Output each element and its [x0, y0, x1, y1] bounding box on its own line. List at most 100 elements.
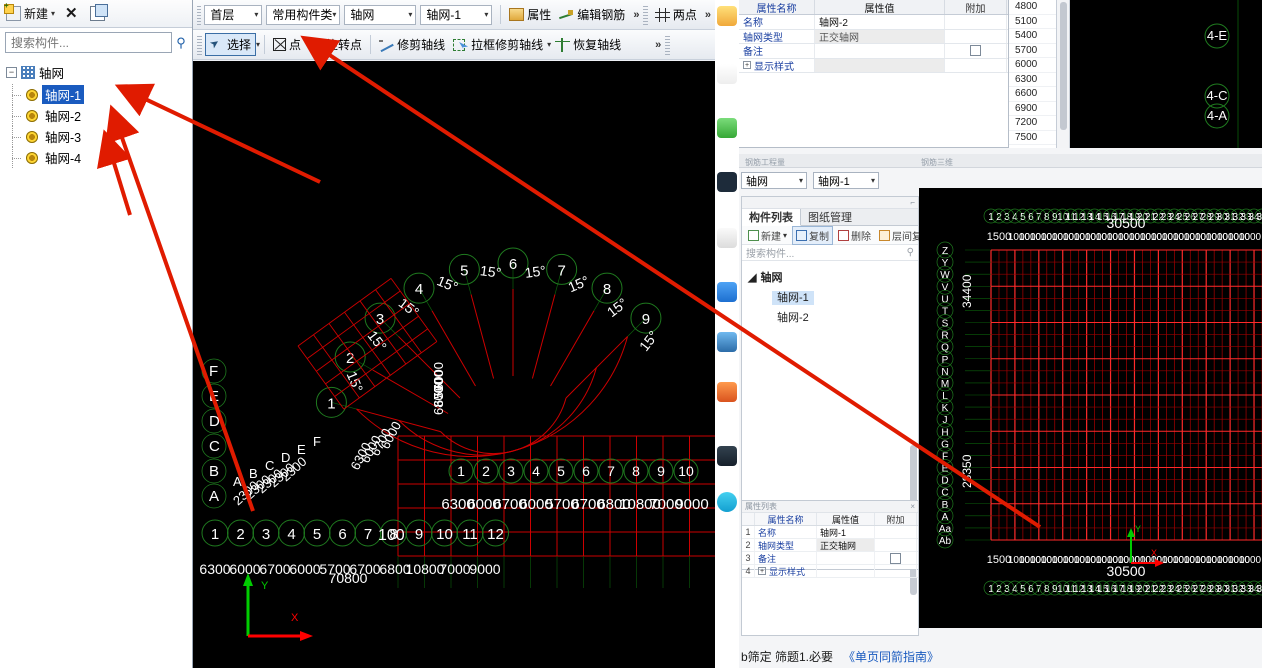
toolbar-grip-3[interactable]: [197, 34, 202, 55]
search-icon[interactable]: ⚲: [175, 32, 187, 53]
panel-pin-icon[interactable]: ⌐: [910, 198, 915, 207]
attach-checkbox[interactable]: [890, 552, 901, 564]
cad-top-right-view[interactable]: 4-E 4-C 4-A: [1070, 0, 1262, 148]
restore-axis-button[interactable]: 恢复轴线: [551, 34, 625, 55]
panel-tab[interactable]: 构件列表: [742, 209, 801, 226]
search-input[interactable]: [5, 32, 172, 53]
taskbar-icon-green[interactable]: [717, 118, 737, 138]
property-attach[interactable]: [945, 44, 1007, 58]
dimension-value[interactable]: 5400: [1009, 29, 1056, 44]
dimension-number-column[interactable]: 4800 5100 5400 5700 6000 6300 6600 6900 7200 7500: [1009, 0, 1057, 148]
panel-type-select[interactable]: 轴网 ▾: [741, 172, 807, 189]
toolbar-overflow-2[interactable]: »: [701, 9, 715, 21]
taskbar-icon-browser[interactable]: [717, 64, 737, 84]
property-attach[interactable]: [945, 58, 1007, 72]
taskbar-icon-orange[interactable]: [717, 382, 737, 402]
dimension-value[interactable]: 4800: [1009, 0, 1056, 15]
property-value[interactable]: [815, 44, 945, 58]
property-row[interactable]: 备注: [739, 44, 1008, 59]
tree-item-4[interactable]: 轴网-4: [6, 147, 192, 168]
frame-trim-axis-button[interactable]: 拉框修剪轴线: [449, 34, 547, 55]
taskbar-icon-doc[interactable]: [717, 228, 737, 248]
taskbar-icon-cyan[interactable]: [717, 492, 737, 512]
property-attach[interactable]: [875, 552, 917, 564]
taskbar-icon-photo[interactable]: [717, 332, 737, 352]
edit-rebar-button[interactable]: 编辑钢筋: [555, 4, 629, 25]
chevron-down-icon[interactable]: ▾: [783, 231, 787, 240]
expand-plus-icon[interactable]: +: [743, 61, 751, 70]
property-value[interactable]: 轴网-2: [815, 15, 945, 29]
taskbar-icon-star[interactable]: [717, 6, 737, 26]
panel-instance-select[interactable]: 轴网-1 ▾: [813, 172, 879, 189]
close-icon[interactable]: ×: [910, 502, 915, 511]
scrollbar-thumb[interactable]: [1059, 2, 1067, 130]
new-component-button[interactable]: 新建 ▾: [4, 1, 57, 23]
tree-expander-icon[interactable]: ◢: [748, 271, 756, 284]
search-icon[interactable]: ⚲: [907, 247, 914, 258]
collapse-expander[interactable]: −: [6, 67, 17, 78]
delete-component-button[interactable]: ✕: [63, 5, 82, 22]
status-link[interactable]: 《单页同箭指南》: [843, 648, 939, 665]
dimension-value[interactable]: 6900: [1009, 102, 1056, 116]
property-value[interactable]: 轴网-1: [817, 526, 875, 538]
copy-component-button[interactable]: [88, 4, 109, 22]
property-row[interactable]: 轴网类型 正交轴网: [739, 29, 1008, 44]
panel-search-row[interactable]: 搜索构件... ⚲: [742, 245, 918, 261]
toolbar-grip-2[interactable]: [643, 4, 648, 25]
property-value[interactable]: [817, 565, 875, 577]
attach-checkbox[interactable]: [970, 45, 981, 57]
dimension-value[interactable]: 6000: [1009, 58, 1056, 73]
floor-select[interactable]: 首层 ▾: [204, 4, 263, 25]
tree-root-node[interactable]: − 轴网: [6, 61, 192, 84]
tree-item-1[interactable]: 轴网-1: [6, 84, 192, 105]
expand-plus-icon[interactable]: +: [758, 567, 766, 575]
toolbar-overflow-3[interactable]: »: [651, 39, 665, 51]
chevron-down-icon[interactable]: ▾: [51, 9, 55, 18]
point-tool-button[interactable]: 点: [269, 34, 305, 55]
panel-tool-button[interactable]: 删除: [835, 227, 874, 244]
properties-button[interactable]: 属性: [505, 4, 555, 25]
panel-tool-button[interactable]: 新建 ▾: [745, 227, 790, 244]
property-value[interactable]: [815, 58, 945, 72]
property-attach[interactable]: [875, 526, 917, 538]
cad-mid-right-view[interactable]: 1 1 2 2 3 3 4 4 5 5 6 6 7 7 8 8 9 9 10 10 11 11 12 12 13 13 14 14 15…: [919, 188, 1262, 628]
dimension-value[interactable]: 6600: [1009, 87, 1056, 102]
rotate-point-button[interactable]: 旋转点: [305, 34, 366, 55]
toolbar-grip[interactable]: [197, 4, 202, 25]
panel-tool-button[interactable]: 复制: [792, 225, 834, 245]
taskbar-icon-night[interactable]: [717, 446, 737, 466]
panel-tab[interactable]: 图纸管理: [801, 209, 859, 225]
trim-axis-button[interactable]: 修剪轴线: [375, 34, 449, 55]
property-row[interactable]: 2 轴网类型 正交轴网: [742, 539, 918, 552]
property-row[interactable]: 4 + 显示样式: [742, 565, 918, 578]
select-tool-dropdown[interactable]: ▾: [256, 40, 260, 49]
panel-tree-item[interactable]: 轴网-1: [748, 287, 918, 307]
dimension-value[interactable]: 7500: [1009, 131, 1056, 145]
property-row[interactable]: 1 名称 轴网-1: [742, 526, 918, 539]
dimension-value[interactable]: 6300: [1009, 73, 1056, 87]
property-value[interactable]: [817, 552, 875, 564]
number-column-scrollbar[interactable]: [1057, 0, 1070, 148]
taskbar-icon-dark[interactable]: [717, 172, 737, 192]
property-attach[interactable]: [875, 539, 917, 551]
type-select[interactable]: 轴网 ▾: [344, 4, 417, 25]
tree-item-2[interactable]: 轴网-2: [6, 105, 192, 126]
dimension-value[interactable]: 5700: [1009, 44, 1056, 58]
two-point-button[interactable]: 两点: [651, 4, 701, 25]
property-attach[interactable]: [875, 565, 917, 577]
property-row[interactable]: 名称 轴网-2: [739, 15, 1008, 30]
panel-tree-root[interactable]: ◢ 轴网: [748, 267, 918, 287]
dimension-value[interactable]: 7200: [1009, 116, 1056, 131]
toolbar-overflow-1[interactable]: »: [629, 9, 643, 21]
property-row[interactable]: + 显示样式: [739, 58, 1008, 73]
category-select[interactable]: 常用构件类 ▾: [266, 4, 341, 25]
dimension-value[interactable]: 5100: [1009, 15, 1056, 29]
property-row[interactable]: 3 备注: [742, 552, 918, 565]
panel-tree-item[interactable]: 轴网-2: [748, 307, 918, 327]
property-value[interactable]: 正交轴网: [815, 29, 945, 43]
cad-drawing-canvas[interactable]: 123456789 15° 15° 15° 15° 15° 15° 15° 15° 15° 12…: [193, 61, 715, 668]
toolbar-grip-4[interactable]: [665, 34, 671, 55]
property-attach[interactable]: [945, 15, 1007, 29]
taskbar-icon-blue[interactable]: [717, 282, 737, 302]
property-attach[interactable]: [945, 29, 1007, 43]
